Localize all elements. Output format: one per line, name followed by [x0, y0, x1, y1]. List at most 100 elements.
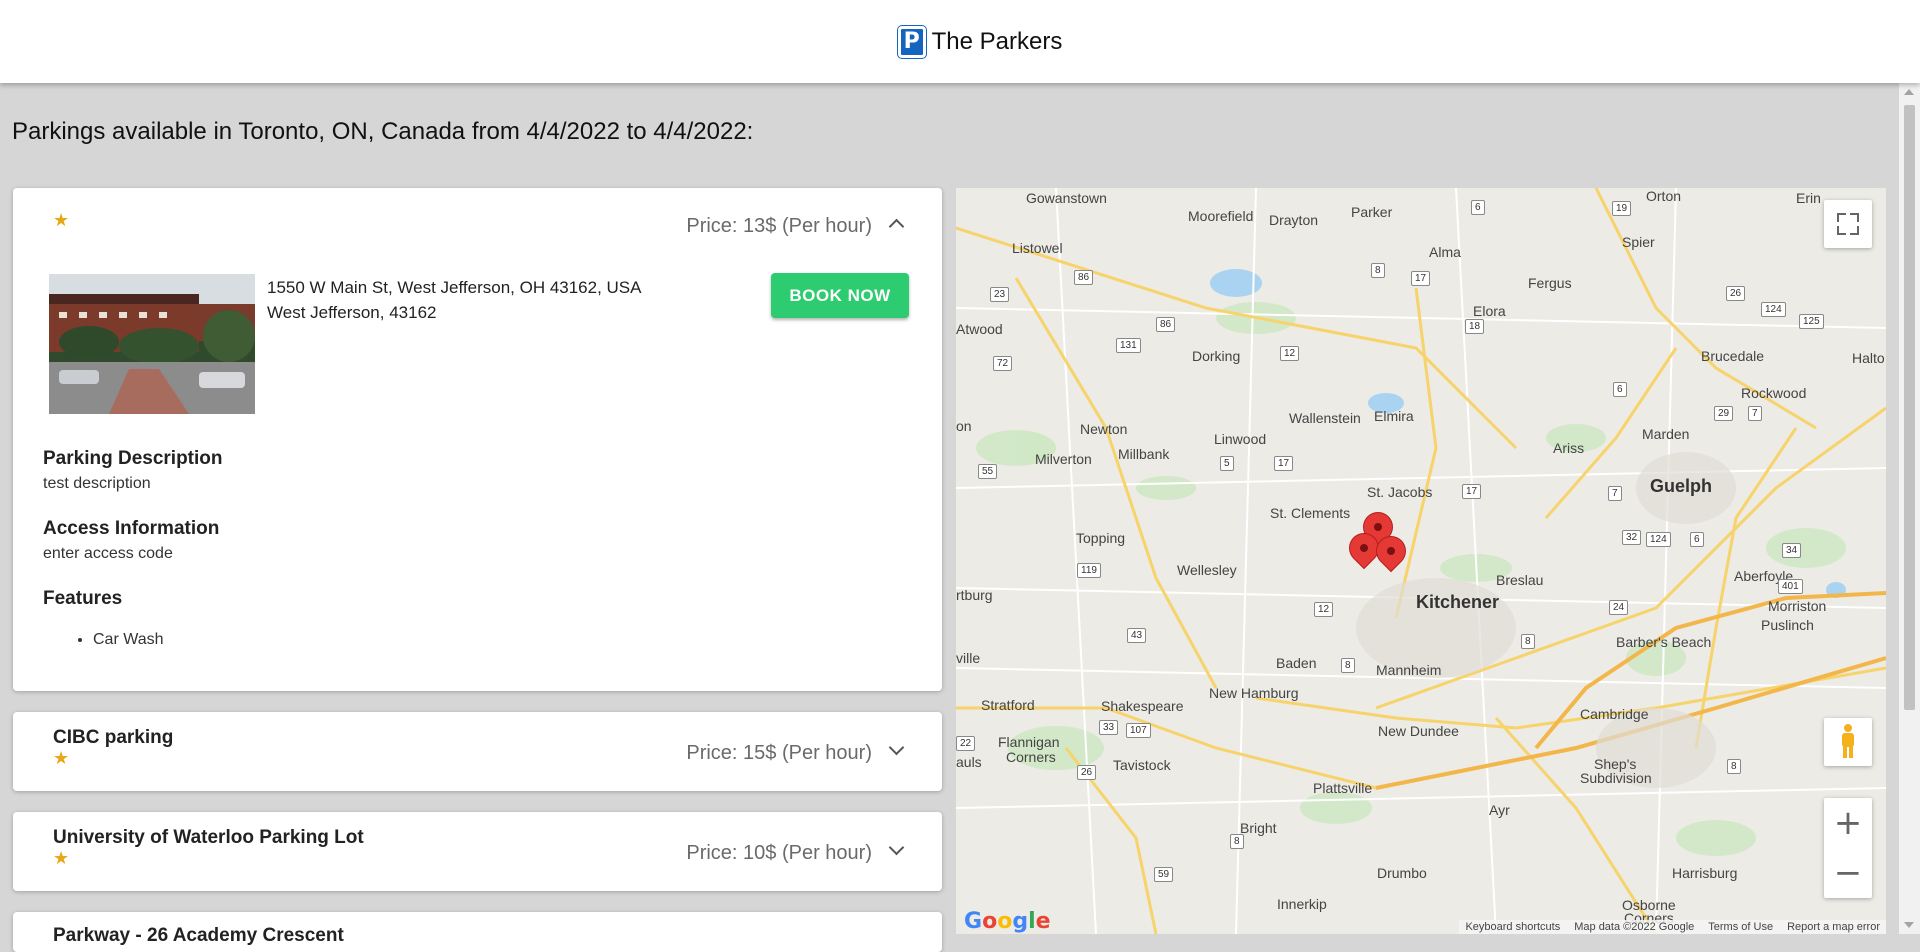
- access-title: Access Information: [43, 518, 220, 539]
- map-place-label: Drayton: [1269, 212, 1319, 228]
- chevron-down-icon[interactable]: [888, 839, 905, 856]
- map-place-label: Flannigan: [998, 734, 1060, 750]
- highway-shield: 86: [1074, 270, 1094, 285]
- parking-card[interactable]: CIBC parking ★ Price: 15$ (Per hour): [13, 712, 942, 791]
- map-place-label: Shakespeare: [1101, 698, 1184, 714]
- highway-shield: 8: [1230, 834, 1244, 849]
- parking-name: CIBC parking: [53, 727, 174, 748]
- map-place-label: Linwood: [1214, 431, 1267, 447]
- fullscreen-button[interactable]: [1824, 200, 1872, 248]
- map-place-label: New Dundee: [1378, 723, 1459, 739]
- highway-shield: 55: [978, 464, 998, 479]
- chevron-down-icon[interactable]: [888, 739, 905, 756]
- star-icon: ★: [53, 210, 70, 231]
- map-place-label: Wellesley: [1177, 562, 1237, 578]
- highway-shield: 5: [1220, 456, 1234, 471]
- highway-shield: 107: [1126, 723, 1151, 738]
- highway-shield: 59: [1154, 867, 1174, 882]
- highway-shield: 22: [956, 736, 976, 751]
- google-logo: Google: [964, 909, 1051, 934]
- parking-card-expanded[interactable]: ★ Price: 13$ (Per hour) 1550 W Main St, …: [13, 188, 942, 691]
- highway-shield: 23: [990, 287, 1010, 302]
- map-data-text: Map data ©2022 Google: [1574, 921, 1695, 933]
- brand[interactable]: P The Parkers: [897, 25, 1063, 58]
- map-place-label: Listowel: [1012, 240, 1063, 256]
- map-place-label: Milverton: [1035, 451, 1092, 467]
- map-place-label: Parker: [1351, 204, 1393, 220]
- map-place-label: Corners: [1006, 749, 1056, 765]
- star-icon: ★: [53, 848, 70, 869]
- highway-shield: 24: [1609, 600, 1629, 615]
- parking-price: Price: 13$ (Per hour): [686, 215, 872, 237]
- map-place-label: Morriston: [1768, 598, 1827, 614]
- map-roads: [956, 188, 1886, 934]
- app-title: The Parkers: [931, 27, 1063, 55]
- highway-shield: 7: [1608, 486, 1622, 501]
- map-place-label: Harrisburg: [1672, 865, 1738, 881]
- map-place-label: Ayr: [1489, 802, 1510, 818]
- map-place-label: auls: [956, 754, 982, 770]
- parking-name: Parkway - 26 Academy Crescent: [53, 925, 344, 946]
- scroll-thumb[interactable]: [1904, 105, 1915, 710]
- zoom-in-button[interactable]: +: [1834, 798, 1863, 848]
- map-place-label: Drumbo: [1377, 865, 1427, 881]
- map-place-label: Puslinch: [1761, 617, 1814, 633]
- map-place-label: Cambridge: [1580, 706, 1649, 722]
- chevron-up-icon[interactable]: [888, 218, 905, 235]
- map-place-label: Innerkip: [1277, 896, 1327, 912]
- highway-shield: 119: [1077, 563, 1101, 578]
- map-place-label: Wallenstein: [1289, 410, 1361, 426]
- map-place-label: Kitchener: [1416, 592, 1500, 612]
- map-place-label: St. Jacobs: [1367, 484, 1433, 500]
- report-error-link[interactable]: Report a map error: [1787, 921, 1880, 933]
- features-title: Features: [43, 588, 123, 609]
- map-place-label: Halto: [1852, 350, 1885, 366]
- map-place-label: Topping: [1076, 530, 1126, 546]
- map-place-label: Baden: [1276, 655, 1317, 671]
- highway-shield: 33: [1099, 720, 1119, 735]
- parking-logo-icon: P: [897, 25, 926, 58]
- map-place-label: Alma: [1429, 244, 1461, 260]
- scroll-up-arrow-icon[interactable]: [1904, 89, 1914, 95]
- zoom-out-button[interactable]: −: [1834, 848, 1863, 898]
- map-place-label: Stratford: [981, 697, 1035, 713]
- map-place-label: Elmira: [1374, 408, 1414, 424]
- street-view-button[interactable]: [1824, 718, 1872, 766]
- keyboard-shortcuts-link[interactable]: Keyboard shortcuts: [1465, 921, 1560, 933]
- feature-item: Car Wash: [93, 631, 164, 649]
- highway-shield: 6: [1613, 382, 1627, 397]
- highway-shield: 8: [1727, 759, 1741, 774]
- map-view[interactable]: Gowanstown Moorefield Drayton Parker Ort…: [956, 188, 1886, 934]
- highway-shield: 72: [993, 356, 1013, 371]
- terms-link[interactable]: Terms of Use: [1708, 921, 1773, 933]
- highway-shield: 32: [1622, 530, 1642, 545]
- parking-card[interactable]: University of Waterloo Parking Lot ★ Pri…: [13, 812, 942, 891]
- highway-shield: 26: [1077, 765, 1097, 780]
- map-place-label: Atwood: [956, 321, 1003, 337]
- highway-shield: 131: [1116, 338, 1141, 353]
- highway-shield: 8: [1521, 634, 1535, 649]
- highway-shield: 6: [1690, 532, 1704, 547]
- map-place-label: rtburg: [956, 587, 993, 603]
- map-place-label: Newton: [1080, 421, 1128, 437]
- highway-shield: 8: [1341, 658, 1355, 673]
- map-place-label: Gowanstown: [1026, 190, 1107, 206]
- highway-shield: 19: [1612, 201, 1632, 216]
- highway-shield: 43: [1127, 628, 1147, 643]
- parking-card[interactable]: Parkway - 26 Academy Crescent: [13, 912, 942, 952]
- app-header: P The Parkers: [0, 0, 1920, 83]
- page-scrollbar[interactable]: [1899, 83, 1920, 934]
- map-place-label: Millbank: [1118, 446, 1170, 462]
- page-heading: Parkings available in Toronto, ON, Canad…: [12, 118, 754, 145]
- access-text: enter access code: [43, 545, 173, 562]
- map-place-label: Tavistock: [1113, 757, 1171, 773]
- parking-name: University of Waterloo Parking Lot: [53, 827, 364, 848]
- book-now-button[interactable]: BOOK NOW: [771, 273, 909, 318]
- highway-shield: 26: [1726, 286, 1746, 301]
- map-place-label: Breslau: [1496, 572, 1544, 588]
- map-place-label: St. Clements: [1270, 505, 1351, 521]
- highway-shield: 125: [1799, 314, 1824, 329]
- highway-shield: 401: [1778, 579, 1803, 594]
- scroll-down-arrow-icon[interactable]: [1904, 922, 1914, 928]
- features-list: Car Wash: [43, 631, 164, 649]
